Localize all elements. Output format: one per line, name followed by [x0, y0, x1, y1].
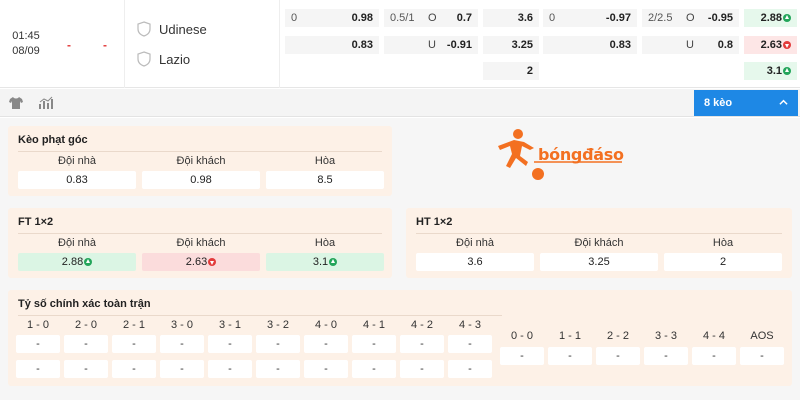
team-shield-icon	[137, 21, 151, 37]
away-team[interactable]: Lazio	[137, 51, 190, 67]
ht-draw-odd[interactable]: 2	[664, 253, 782, 271]
odds-ah-away[interactable]: 0.83	[285, 36, 379, 54]
divider	[18, 151, 382, 152]
odds-ht-1x2-home[interactable]: 2.88	[744, 9, 797, 27]
odds-ah-home[interactable]: 0 0.98	[285, 9, 379, 27]
home-score: -	[67, 38, 71, 52]
odds-1x2-draw[interactable]: 2	[483, 62, 539, 80]
score-home-3-2[interactable]: -	[256, 335, 300, 353]
ht-1x2-card: HT 1×2 Đội nhà Đội khách Hòa 3.6 3.25 2	[406, 208, 792, 278]
home-team-name: Udinese	[159, 21, 207, 37]
match-toolbar	[0, 89, 800, 117]
arrow-down-icon	[783, 41, 791, 49]
ht-away-odd[interactable]: 3.25	[540, 253, 658, 271]
score-home-2-1[interactable]: -	[112, 335, 156, 353]
home-team[interactable]: Udinese	[137, 21, 207, 37]
score-home-4-2[interactable]: -	[400, 335, 444, 353]
divider	[18, 315, 502, 316]
odds-ou-over[interactable]: 0.5/1 O 0.7	[384, 9, 478, 27]
score-home-4-0[interactable]: -	[304, 335, 348, 353]
card-title: HT 1×2	[416, 216, 453, 228]
corner-home-odd[interactable]: 0.83	[18, 171, 136, 189]
score-away-0-2[interactable]: -	[64, 360, 108, 378]
score-away-1-4[interactable]: -	[352, 360, 396, 378]
ft-1x2-card: FT 1×2 Đội nhà Đội khách Hòa 2.88 2.63 3…	[8, 208, 392, 278]
score-home-4-3[interactable]: -	[448, 335, 492, 353]
score-home-3-1[interactable]: -	[208, 335, 252, 353]
arrow-up-icon	[329, 258, 338, 266]
arrow-up-icon	[783, 67, 791, 75]
more-odds-button[interactable]: 8 kèo	[694, 90, 798, 116]
odds-ht-ah-away[interactable]: 0.83	[543, 36, 637, 54]
card-title: Tỷ số chính xác toàn trận	[18, 298, 151, 310]
score-away-3-4[interactable]: -	[448, 360, 492, 378]
odds-ht-1x2-away[interactable]: 2.63	[744, 36, 797, 54]
score-away-0-1[interactable]: -	[16, 360, 60, 378]
arrow-up-icon	[84, 258, 93, 266]
score-away-2-4[interactable]: -	[400, 360, 444, 378]
ft-draw-odd[interactable]: 3.1	[266, 253, 384, 271]
score-draw-1-1[interactable]: -	[548, 347, 592, 365]
score-draw-2-2[interactable]: -	[596, 347, 640, 365]
score-draw-0-0[interactable]: -	[500, 347, 544, 365]
ft-home-odd[interactable]: 2.88	[18, 253, 136, 271]
kickoff-date: 08/09	[12, 45, 40, 57]
arrow-down-icon	[208, 258, 217, 266]
corner-away-odd[interactable]: 0.98	[142, 171, 260, 189]
ft-away-odd[interactable]: 2.63	[142, 253, 260, 271]
score-away-1-3[interactable]: -	[208, 360, 252, 378]
corner-odds-card: Kèo phạt góc Đội nhà Đội khách Hòa 0.83 …	[8, 126, 392, 196]
corner-draw-odd[interactable]: 8.5	[266, 171, 384, 189]
match-row[interactable]: 01:45 08/09 - - Udinese Lazio 0 0.98 0.5…	[0, 0, 800, 88]
odds-ht-ah-home[interactable]: 0 -0.97	[543, 9, 637, 27]
score-away-0-3[interactable]: -	[160, 360, 204, 378]
divider	[18, 233, 382, 234]
match-time: 01:45 08/09	[0, 0, 52, 88]
score-home-1-0[interactable]: -	[16, 335, 60, 353]
odds-ht-ou-under[interactable]: U 0.8	[642, 36, 739, 54]
chevron-up-icon	[779, 99, 788, 105]
score-home-2-0[interactable]: -	[64, 335, 108, 353]
shirt-icon[interactable]	[8, 96, 24, 110]
odds-ht-ou-over[interactable]: 2/2.5 O -0.95	[642, 9, 739, 27]
away-score: -	[103, 38, 107, 52]
odds-ou-under[interactable]: U -0.91	[384, 36, 478, 54]
score-draw-3-3[interactable]: -	[644, 347, 688, 365]
score-away-0-4[interactable]: -	[304, 360, 348, 378]
correct-score-card: Tỷ số chính xác toàn trận 1 - 0 2 - 0 2 …	[8, 290, 792, 386]
kickoff-time: 01:45	[12, 30, 40, 42]
odds-ht-1x2-draw[interactable]: 3.1	[744, 62, 797, 80]
score-draw-4-4[interactable]: -	[692, 347, 736, 365]
ht-home-odd[interactable]: 3.6	[416, 253, 534, 271]
team-shield-icon	[137, 51, 151, 67]
divider	[416, 233, 782, 234]
score-home-4-1[interactable]: -	[352, 335, 396, 353]
card-title: Kèo phạt góc	[18, 134, 88, 146]
arrow-up-icon	[783, 14, 791, 22]
score-away-2-3[interactable]: -	[256, 360, 300, 378]
odds-1x2-home[interactable]: 3.6	[483, 9, 539, 27]
score-away-1-2[interactable]: -	[112, 360, 156, 378]
odds-1x2-away[interactable]: 3.25	[483, 36, 539, 54]
score-home-3-0[interactable]: -	[160, 335, 204, 353]
stats-chart-icon[interactable]	[38, 96, 54, 110]
bongdaso-logo-text: bóngđáso	[538, 145, 624, 164]
card-title: FT 1×2	[18, 216, 54, 228]
score-aos[interactable]: -	[740, 347, 784, 365]
away-team-name: Lazio	[159, 51, 191, 67]
teams: Udinese Lazio	[124, 0, 280, 88]
